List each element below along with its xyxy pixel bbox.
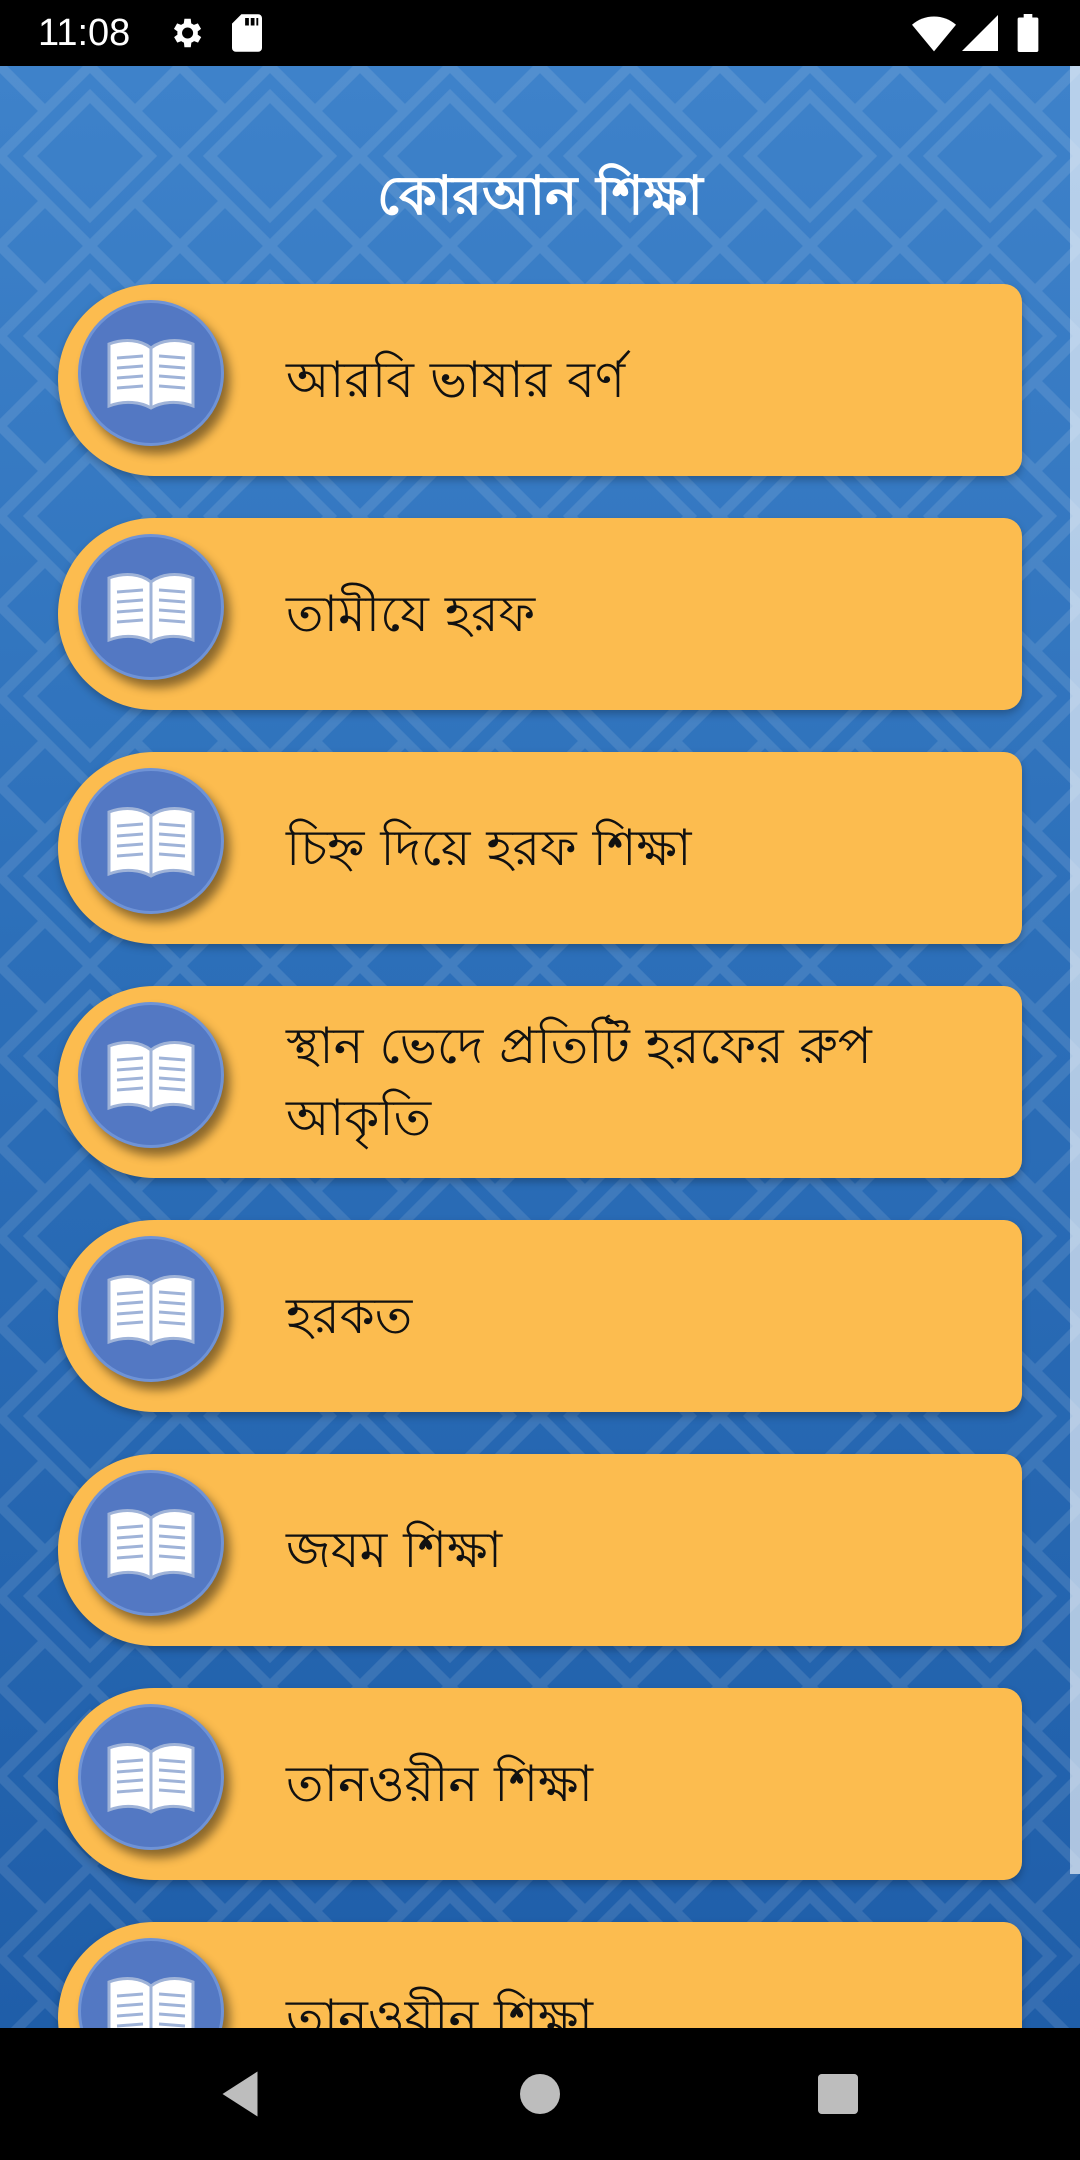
home-icon[interactable]: [510, 2064, 570, 2124]
menu-item-label: তামীযে হরফ: [286, 585, 536, 643]
menu-item-harf-with-signs[interactable]: চিহ্ন দিয়ে হরফ শিক্ষা: [58, 752, 1022, 944]
menu-item-label: হরকত: [286, 1287, 413, 1345]
menu-item-arabic-letters[interactable]: আরবি ভাষার বর্ণ: [58, 284, 1022, 476]
navigation-bar: [0, 2028, 1080, 2160]
open-book-icon: [107, 339, 195, 410]
page-title: কোরআন শিক্ষা: [377, 164, 703, 227]
menu-item-label: আরবি ভাষার বর্ণ: [286, 351, 626, 409]
open-book-icon: [107, 1977, 195, 2028]
book-icon-badge: [78, 300, 224, 446]
open-book-icon: [107, 1743, 195, 1814]
status-time: 11:08: [38, 12, 131, 54]
menu-item-label: চিহ্ন দিয়ে হরফ শিক্ষা: [286, 819, 692, 877]
menu-item-label: তানওয়ীন শিক্ষা: [286, 1989, 594, 2028]
back-icon[interactable]: [210, 2064, 270, 2124]
menu-item-label: স্থান ভেদে প্রতিটি হরফের রুপ আকৃতি: [286, 1017, 872, 1147]
book-icon-badge: [78, 768, 224, 914]
book-icon-badge: [78, 534, 224, 680]
recents-icon[interactable]: [808, 2064, 868, 2124]
open-book-icon: [107, 807, 195, 878]
sd-card-icon: [232, 14, 262, 52]
scrollbar-thumb[interactable]: [1070, 66, 1080, 1874]
open-book-icon: [107, 1509, 195, 1580]
open-book-icon: [107, 1275, 195, 1346]
menu-item-jazm[interactable]: জযম শিক্ষা: [58, 1454, 1022, 1646]
menu-item-harakat[interactable]: হরকত: [58, 1220, 1022, 1412]
open-book-icon: [107, 573, 195, 644]
menu-item-tamiz-e-harf[interactable]: তামীযে হরফ: [58, 518, 1022, 710]
book-icon-badge: [78, 1470, 224, 1616]
menu-item-tanween[interactable]: তানওয়ীন শিক্ষা: [58, 1688, 1022, 1880]
gear-icon: [173, 18, 202, 48]
app-screen: কোরআন শিক্ষা আরবি ভাষার বর্ণ তামীযে হরফ …: [0, 66, 1080, 2028]
book-icon-badge: [78, 1002, 224, 1148]
battery-icon: [1017, 14, 1039, 52]
signal-icon: [962, 15, 998, 51]
status-bar: 11:08: [0, 0, 1080, 66]
menu-item-label: জযম শিক্ষা: [286, 1521, 503, 1579]
menu-item-tanween-2[interactable]: তানওয়ীন শিক্ষা: [58, 1922, 1022, 2028]
book-icon-badge: [78, 1704, 224, 1850]
wifi-icon: [912, 16, 956, 52]
open-book-icon: [107, 1041, 195, 1112]
menu-item-letter-forms[interactable]: স্থান ভেদে প্রতিটি হরফের রুপ আকৃতি: [58, 986, 1022, 1178]
menu-item-label: তানওয়ীন শিক্ষা: [286, 1755, 594, 1813]
book-icon-badge: [78, 1236, 224, 1382]
